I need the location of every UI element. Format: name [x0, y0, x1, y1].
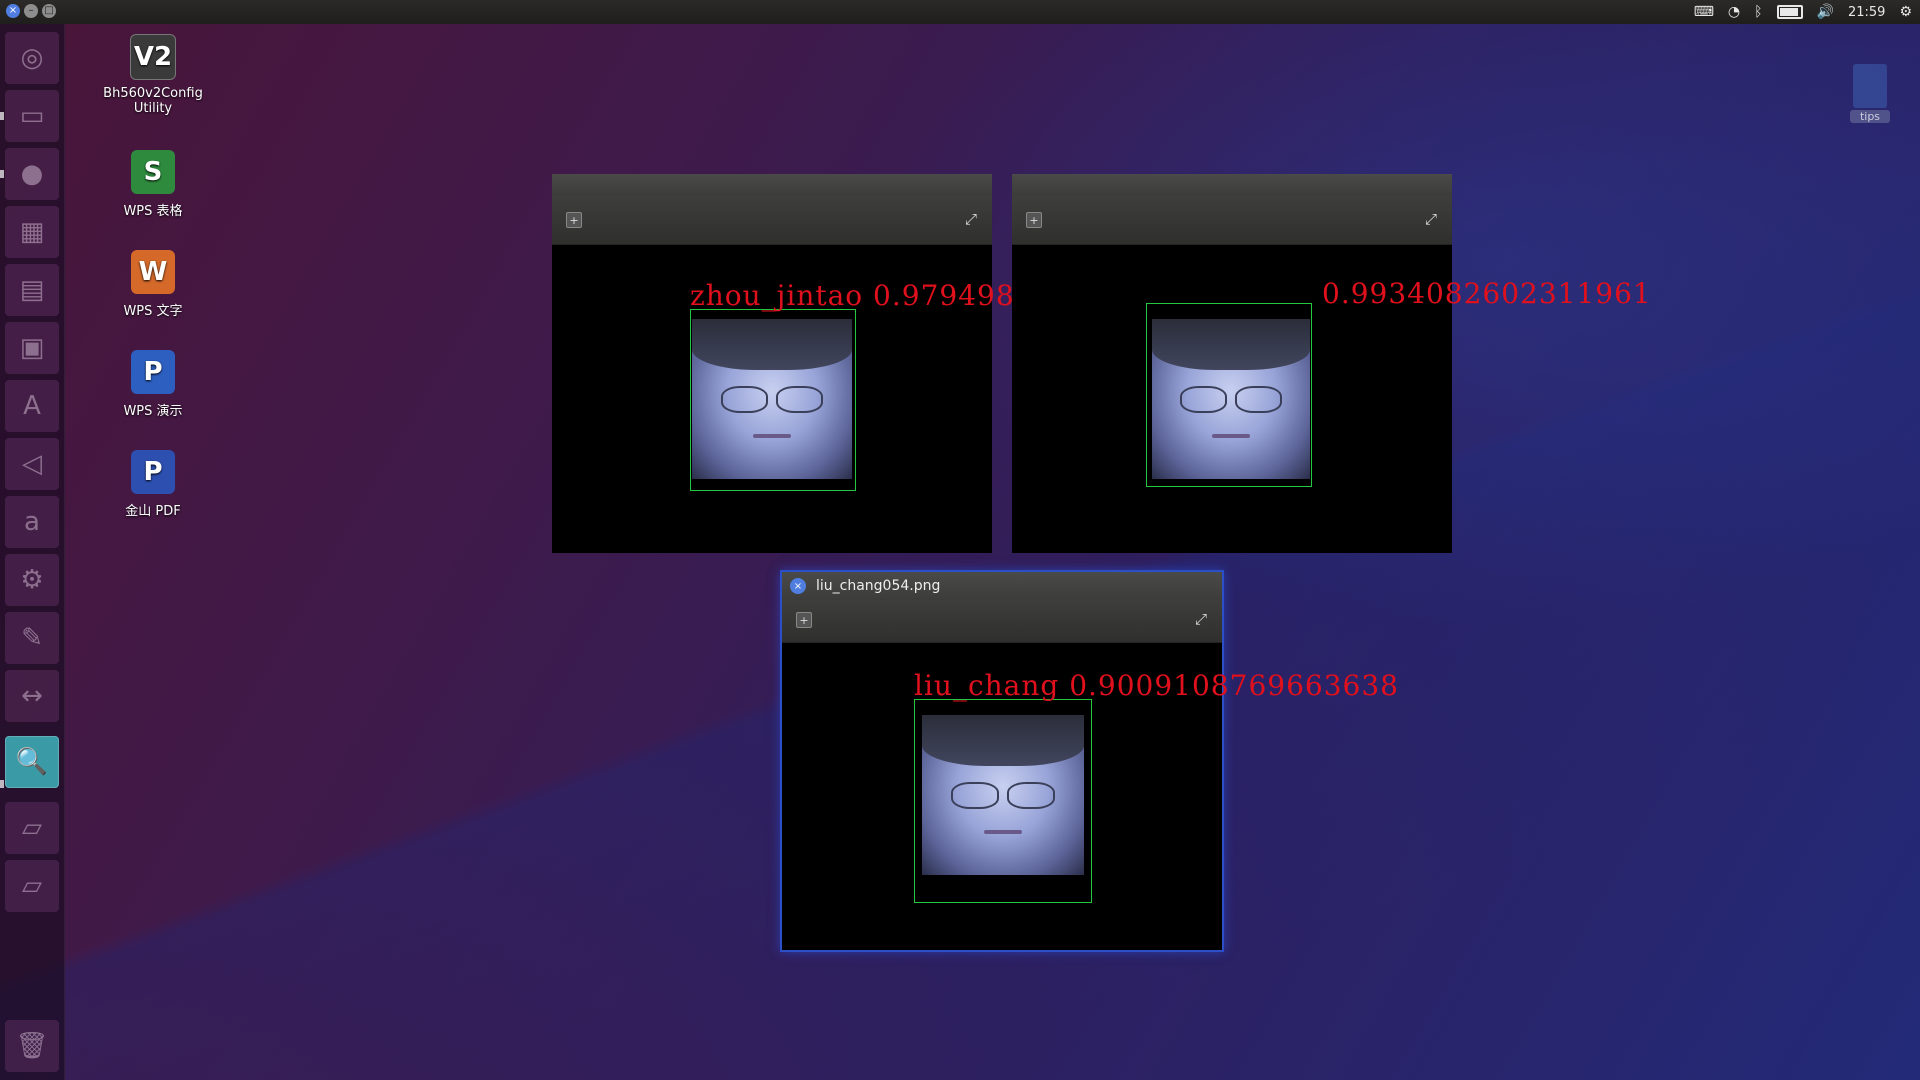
desktop-icon-wps-spreadsheet[interactable]: S WPS 表格: [93, 150, 213, 219]
firefox-icon[interactable]: ●: [5, 148, 59, 200]
pdf-icon: P: [131, 450, 175, 494]
wps-presentation-icon: P: [131, 350, 175, 394]
bluetooth-icon[interactable]: ᛒ: [1754, 4, 1762, 20]
desktop-icon-label: 金山 PDF: [125, 504, 181, 519]
window-title: liu_chang054.png: [816, 578, 941, 594]
add-icon[interactable]: +: [566, 212, 582, 228]
battery-icon[interactable]: [1776, 5, 1803, 19]
desktop-icon-label: WPS 文字: [123, 304, 183, 319]
expand-icon[interactable]: ⤢: [964, 210, 978, 228]
volume-icon[interactable]: 🔊: [1817, 4, 1834, 20]
window-titlebar[interactable]: × liu_chang054.png: [782, 572, 1222, 600]
gear-icon[interactable]: ⚙: [1899, 4, 1912, 20]
expand-icon[interactable]: ⤢: [1424, 210, 1438, 228]
desktop-icon-wps-presentation[interactable]: P WPS 演示: [93, 350, 213, 419]
minimize-window-button[interactable]: –: [24, 4, 38, 18]
wps-spreadsheet-icon: S: [131, 150, 175, 194]
launcher: ◎ ▭ ● ▦ ▤ ▣ A ◁ a ⚙ ✎ ↔ 🔍 ▱ ▱ 🗑: [0, 24, 65, 1080]
desktop-icon-label: WPS 表格: [123, 204, 183, 219]
writer-icon[interactable]: ▤: [5, 264, 59, 316]
drive-icon[interactable]: ▱: [5, 802, 59, 854]
face-image: [692, 319, 852, 479]
window-toolbar: + ⤢: [552, 196, 992, 245]
drive-icon[interactable]: ▱: [5, 860, 59, 912]
desktop-icon-label: Bh560v2Config Utility: [103, 86, 203, 116]
bh560-icon: V2: [130, 34, 176, 80]
window-toolbar: + ⤢: [1012, 196, 1452, 245]
image-canvas: zhou_jintao 0.9794988296365515: [552, 245, 1202, 553]
maximize-window-button[interactable]: □: [42, 4, 56, 18]
recognition-score: 0.9934082602311961: [1322, 277, 1652, 310]
expand-icon[interactable]: ⤢: [1194, 610, 1208, 628]
image-window-1[interactable]: + ⤢ zhou_jintao 0.9794988296365515: [552, 174, 1202, 553]
clock[interactable]: 21:59: [1848, 5, 1885, 20]
amazon-icon[interactable]: a: [5, 496, 59, 548]
spreadsheet-icon[interactable]: ▦: [5, 206, 59, 258]
window-controls: × – □: [6, 4, 56, 18]
face-image: [1152, 319, 1310, 479]
ubuntu-icon[interactable]: ◎: [5, 32, 59, 84]
add-icon[interactable]: +: [1026, 212, 1042, 228]
close-icon[interactable]: ×: [790, 578, 806, 594]
trash-icon[interactable]: 🗑: [5, 1020, 59, 1072]
impress-icon[interactable]: ▣: [5, 322, 59, 374]
window-titlebar[interactable]: [1012, 174, 1452, 196]
add-icon[interactable]: +: [796, 612, 812, 628]
desktop-icon-tips[interactable]: tips: [1850, 64, 1890, 123]
image-canvas: liu_chang 0.9009108769663638: [782, 643, 1398, 947]
keyboard-icon[interactable]: ⌨: [1694, 4, 1714, 20]
document-icon: [1853, 64, 1887, 108]
image-viewer-icon[interactable]: 🔍: [5, 736, 59, 788]
software-center-icon[interactable]: A: [5, 380, 59, 432]
teamviewer-icon[interactable]: ↔: [5, 670, 59, 722]
text-editor-icon[interactable]: ✎: [5, 612, 59, 664]
desktop-icon-bh560[interactable]: V2 Bh560v2Config Utility: [93, 34, 213, 116]
image-window-2[interactable]: + ⤢ 0.9934082602311961: [1012, 174, 1651, 553]
image-canvas: 0.9934082602311961: [1012, 245, 1651, 553]
top-panel: × – □ ⌨ ◔ ᛒ 🔊 21:59 ⚙: [0, 0, 1920, 24]
face-image: [922, 715, 1084, 875]
window-toolbar: + ⤢: [782, 600, 1222, 643]
desktop-icon-label: tips: [1850, 110, 1890, 123]
desktop-icon-label: WPS 演示: [123, 404, 183, 419]
wps-writer-icon: W: [131, 250, 175, 294]
wifi-icon[interactable]: ◔: [1728, 4, 1740, 20]
window-titlebar[interactable]: [552, 174, 992, 196]
settings-icon[interactable]: ⚙: [5, 554, 59, 606]
indicator-area: ⌨ ◔ ᛒ 🔊 21:59 ⚙: [1694, 2, 1912, 22]
recognition-label: liu_chang 0.9009108769663638: [914, 669, 1399, 702]
files-icon[interactable]: ▭: [5, 90, 59, 142]
desktop-icon-wps-writer[interactable]: W WPS 文字: [93, 250, 213, 319]
image-window-liu-chang[interactable]: × liu_chang054.png + ⤢ liu_chang 0.90091…: [780, 570, 1398, 952]
desktop-icon-kingsoft-pdf[interactable]: P 金山 PDF: [93, 450, 213, 519]
close-window-button[interactable]: ×: [6, 4, 20, 18]
vscode-icon[interactable]: ◁: [5, 438, 59, 490]
